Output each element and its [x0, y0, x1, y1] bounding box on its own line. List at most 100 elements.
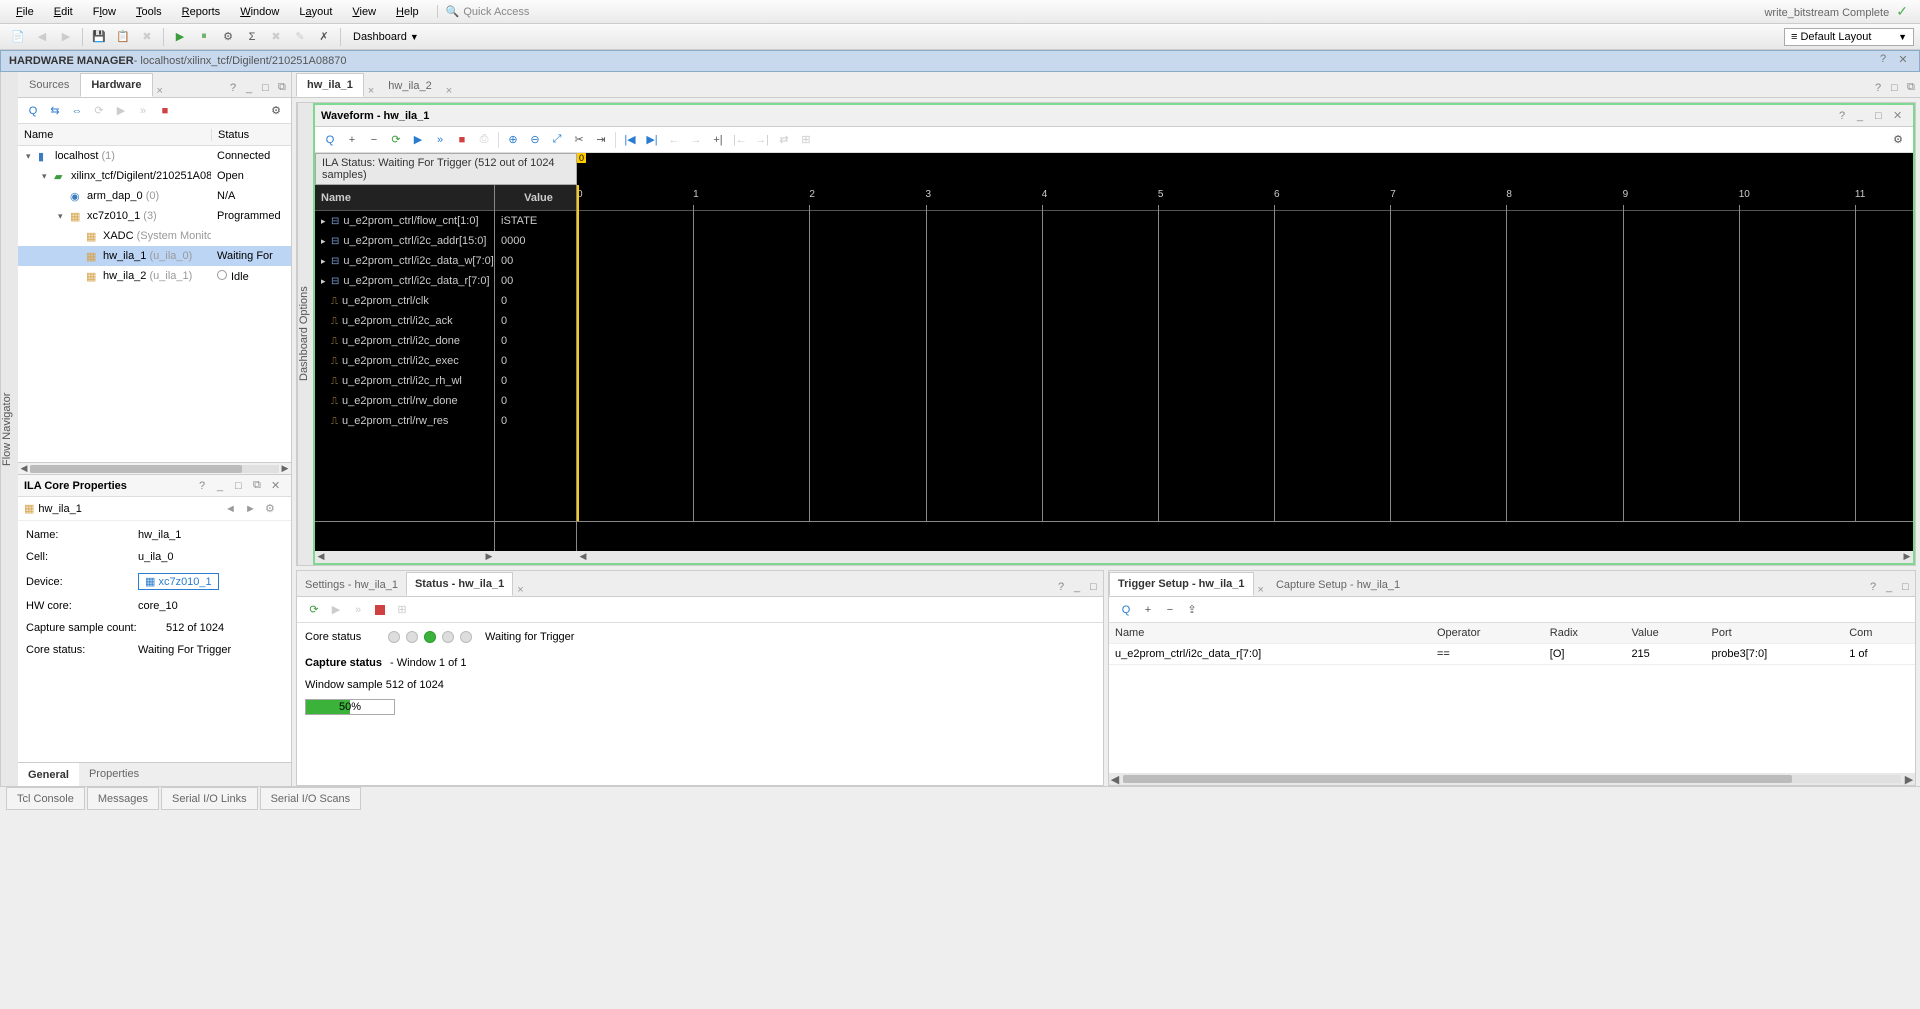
tab-close-icon[interactable]: ×: [513, 584, 527, 596]
trigger-cell[interactable]: probe3[7:0]: [1705, 644, 1843, 665]
maximize-icon[interactable]: □: [1087, 578, 1103, 596]
menu-window[interactable]: Window: [230, 3, 289, 21]
tab-general[interactable]: General: [18, 763, 79, 786]
expand-all-button[interactable]: ⇔: [66, 101, 88, 121]
close-icon[interactable]: ✕: [1895, 53, 1911, 69]
bottom-tab-serial-i/o-links[interactable]: Serial I/O Links: [161, 787, 258, 810]
stop-button[interactable]: ■: [154, 101, 176, 121]
waveform-chart[interactable]: 01234567891011: [577, 185, 1913, 521]
close-icon[interactable]: ✕: [271, 479, 285, 492]
tab-hw_ila_2[interactable]: hw_ila_2: [378, 75, 441, 97]
sigma-button[interactable]: Σ: [240, 26, 264, 48]
cut-button[interactable]: ✂: [568, 130, 590, 150]
run-all-button[interactable]: ⏸: [192, 26, 216, 48]
tab-close-icon[interactable]: ×: [442, 85, 456, 97]
tab-close-icon[interactable]: ×: [153, 85, 167, 97]
horizontal-scrollbar[interactable]: ◀▶: [18, 462, 291, 474]
popout-icon[interactable]: ⧉: [275, 78, 291, 97]
tab-Trigger-Setup---hw_ila_1[interactable]: Trigger Setup - hw_ila_1: [1109, 572, 1254, 596]
tab-Status---hw_ila_1[interactable]: Status - hw_ila_1: [406, 572, 513, 596]
bottom-tab-tcl-console[interactable]: Tcl Console: [6, 787, 85, 810]
stop-button[interactable]: ■: [451, 130, 473, 150]
menu-view[interactable]: View: [342, 3, 386, 21]
waveform-cursor[interactable]: [577, 185, 579, 521]
flow-navigator-handle[interactable]: Flow Navigator: [0, 72, 18, 786]
menu-file[interactable]: File: [6, 3, 44, 21]
signal-name-row[interactable]: ▸⊟u_e2prom_ctrl/flow_cnt[1:0]: [315, 211, 494, 231]
bottom-tab-serial-i/o-scans[interactable]: Serial I/O Scans: [260, 787, 361, 810]
play-all-button[interactable]: »: [429, 130, 451, 150]
tab-Capture-Setup---hw_ila_1[interactable]: Capture Setup - hw_ila_1: [1268, 574, 1408, 596]
help-icon[interactable]: ?: [199, 480, 213, 492]
signal-name-row[interactable]: ⎍u_e2prom_ctrl/i2c_exec: [315, 351, 494, 371]
minimize-icon[interactable]: _: [243, 79, 259, 97]
play-button[interactable]: ▶: [407, 130, 429, 150]
menu-flow[interactable]: Flow: [83, 3, 126, 21]
signal-name-row[interactable]: ⎍u_e2prom_ctrl/rw_done: [315, 391, 494, 411]
trigger-row[interactable]: u_e2prom_ctrl/i2c_data_r[7:0]==[O]215pro…: [1109, 644, 1915, 665]
zoom-out-button[interactable]: ⊖: [524, 130, 546, 150]
minimize-icon[interactable]: _: [1071, 578, 1087, 596]
next-button[interactable]: ►: [245, 503, 265, 515]
settings-button[interactable]: ⚙: [216, 26, 240, 48]
signal-name-row[interactable]: ⎍u_e2prom_ctrl/rw_res: [315, 411, 494, 431]
maximize-icon[interactable]: □: [1875, 110, 1889, 122]
add-button[interactable]: +: [341, 130, 363, 150]
popout-icon[interactable]: ⧉: [253, 479, 267, 492]
gear-icon[interactable]: ⚙: [265, 101, 287, 121]
search-button[interactable]: Q: [22, 101, 44, 121]
search-button[interactable]: Q: [1115, 600, 1137, 620]
gear-icon[interactable]: ⚙: [265, 502, 285, 515]
marker-button[interactable]: ⇥: [590, 130, 612, 150]
dashboard-options-handle[interactable]: Dashboard Options: [297, 103, 313, 565]
hw-tree-item[interactable]: ▦XADC (System Monitor): [18, 226, 291, 246]
save-button[interactable]: 💾: [87, 26, 111, 48]
help-icon[interactable]: ?: [1839, 110, 1853, 122]
run-button[interactable]: ▶: [168, 26, 192, 48]
menu-reports[interactable]: Reports: [172, 3, 231, 21]
add-button[interactable]: +: [1137, 600, 1159, 620]
rerun-button[interactable]: ⟳: [303, 600, 325, 620]
quick-access[interactable]: 🔍 Quick Access: [437, 5, 538, 18]
gear-icon[interactable]: ⚙: [1887, 130, 1909, 150]
maximize-icon[interactable]: □: [1899, 578, 1915, 596]
tab-close-icon[interactable]: ×: [1254, 584, 1268, 596]
help-icon[interactable]: ?: [1867, 578, 1883, 596]
trigger-cell[interactable]: u_e2prom_ctrl/i2c_data_r[7:0]: [1109, 644, 1431, 665]
dashboard-dropdown[interactable]: Dashboard ▼: [345, 28, 427, 46]
remove-button[interactable]: −: [363, 130, 385, 150]
search-button[interactable]: Q: [319, 130, 341, 150]
new-file-button[interactable]: 📄: [6, 26, 30, 48]
menu-tools[interactable]: Tools: [126, 3, 172, 21]
help-icon[interactable]: ?: [227, 79, 243, 97]
hw-tree-item[interactable]: ▦hw_ila_1 (u_ila_0)Waiting For: [18, 246, 291, 266]
popout-icon[interactable]: ⧉: [1904, 78, 1920, 97]
hw-tree-item[interactable]: ▾▰xilinx_tcf/Digilent/210251A08870Open: [18, 166, 291, 186]
trigger-cell[interactable]: 1 of: [1843, 644, 1915, 665]
hw-tree-item[interactable]: ▦hw_ila_2 (u_ila_1)Idle: [18, 266, 291, 286]
menu-edit[interactable]: Edit: [44, 3, 83, 21]
go-start-button[interactable]: |◀: [619, 130, 641, 150]
hw-tree-item[interactable]: ▾▦xc7z010_1 (3)Programmed: [18, 206, 291, 226]
close-icon[interactable]: ✕: [1893, 109, 1907, 122]
maximize-icon[interactable]: □: [259, 79, 275, 97]
rerun-button[interactable]: ⟳: [385, 130, 407, 150]
go-end-button[interactable]: ▶|: [641, 130, 663, 150]
signal-name-row[interactable]: ⎍u_e2prom_ctrl/i2c_ack: [315, 311, 494, 331]
trigger-cell[interactable]: 215: [1625, 644, 1705, 665]
signal-name-row[interactable]: ⎍u_e2prom_ctrl/clk: [315, 291, 494, 311]
remove-button[interactable]: −: [1159, 600, 1181, 620]
tab-hw_ila_1[interactable]: hw_ila_1: [296, 73, 364, 97]
trigger-cell[interactable]: [O]: [1544, 644, 1626, 665]
help-icon[interactable]: ?: [1055, 578, 1071, 596]
menu-layout[interactable]: Layout: [289, 3, 342, 21]
tab-Settings---hw_ila_1[interactable]: Settings - hw_ila_1: [297, 574, 406, 596]
prev-button[interactable]: ◄: [225, 503, 245, 515]
signal-name-row[interactable]: ▸⊟u_e2prom_ctrl/i2c_addr[15:0]: [315, 231, 494, 251]
trigger-scrollbar[interactable]: ◀▶: [1109, 773, 1915, 785]
minimize-icon[interactable]: _: [217, 480, 231, 492]
maximize-icon[interactable]: □: [1888, 79, 1904, 97]
minimize-icon[interactable]: _: [1857, 110, 1871, 122]
zoom-in-button[interactable]: ⊕: [502, 130, 524, 150]
signal-name-row[interactable]: ⎍u_e2prom_ctrl/i2c_rh_wl: [315, 371, 494, 391]
